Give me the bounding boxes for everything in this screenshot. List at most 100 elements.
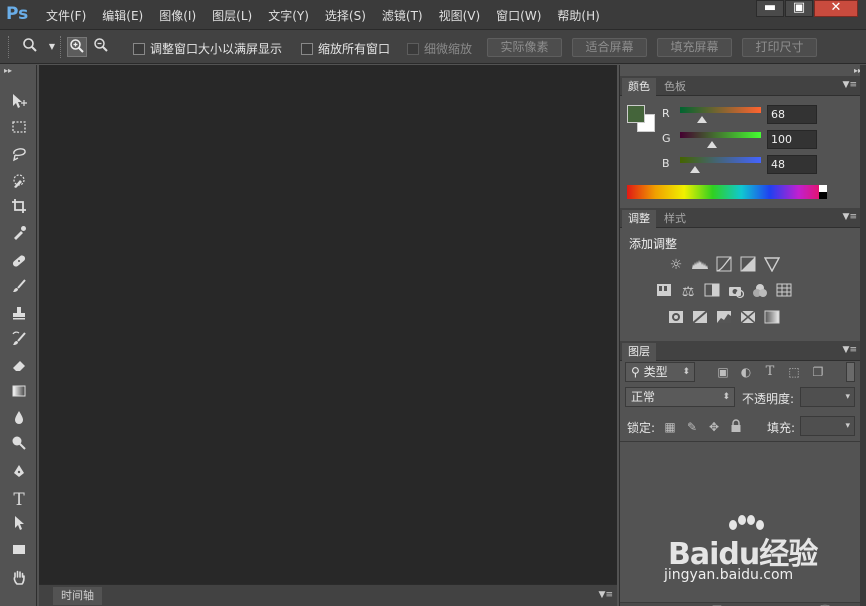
black-white-icon[interactable] xyxy=(703,283,721,301)
checkbox-box[interactable] xyxy=(407,42,419,55)
green-slider[interactable] xyxy=(680,132,761,138)
invert-icon[interactable] xyxy=(667,310,685,328)
resize-windows-checkbox[interactable]: 调整窗口大小以满屏显示 xyxy=(133,40,282,57)
green-slider-thumb[interactable] xyxy=(706,141,717,148)
options-bar-grip[interactable] xyxy=(8,36,12,58)
history-brush-tool-icon[interactable] xyxy=(8,331,30,353)
tab-layers[interactable]: 图层 xyxy=(622,343,656,361)
filter-shape-layer-icon[interactable]: ⬚ xyxy=(786,364,802,380)
tab-timeline[interactable]: 时间轴 xyxy=(53,587,102,605)
layers-panel-menu-icon[interactable]: ▼≡ xyxy=(843,345,857,355)
color-panel-menu-icon[interactable]: ▼≡ xyxy=(843,80,857,90)
black-white-swatch[interactable] xyxy=(819,185,827,199)
brush-tool-icon[interactable] xyxy=(8,278,30,300)
zoom-out-icon[interactable] xyxy=(91,37,111,57)
posterize-icon[interactable] xyxy=(691,310,709,328)
print-size-button[interactable]: 打印尺寸 xyxy=(742,38,817,57)
vibrance-icon[interactable] xyxy=(763,256,781,274)
color-balance-icon[interactable]: ⚖ xyxy=(679,283,697,301)
tab-adjustments[interactable]: 调整 xyxy=(622,210,656,228)
close-button[interactable]: ✕ xyxy=(814,0,858,17)
fit-screen-button[interactable]: 适合屏幕 xyxy=(572,38,647,57)
blend-mode-dropdown[interactable]: 正常 ⬍ xyxy=(625,387,735,407)
zoom-icon[interactable] xyxy=(20,37,40,57)
zoom-all-windows-checkbox[interactable]: 缩放所有窗口 xyxy=(301,40,390,57)
tab-swatches[interactable]: 色板 xyxy=(658,78,692,96)
dock-scrollbar[interactable] xyxy=(860,65,866,606)
lasso-tool-icon[interactable] xyxy=(8,145,30,167)
foreground-color-swatch[interactable] xyxy=(627,105,645,123)
brightness-contrast-icon[interactable]: ☼ xyxy=(667,256,685,274)
path-selection-tool-icon[interactable] xyxy=(8,515,30,537)
crop-tool-icon[interactable] xyxy=(8,198,30,220)
hand-tool-icon[interactable] xyxy=(8,569,30,591)
selective-color-icon[interactable] xyxy=(739,310,757,328)
menu-filter[interactable]: 滤镜(T) xyxy=(374,7,431,24)
menu-image[interactable]: 图像(I) xyxy=(151,7,204,24)
eyedropper-tool-icon[interactable] xyxy=(8,225,30,247)
maximize-button[interactable]: ▣ xyxy=(785,0,813,17)
minimize-button[interactable]: ▬ xyxy=(756,0,784,17)
filter-type-layer-icon[interactable]: T xyxy=(762,364,778,380)
color-lookup-icon[interactable] xyxy=(775,283,793,301)
menu-type[interactable]: 文字(Y) xyxy=(260,7,317,24)
document-canvas-area[interactable] xyxy=(39,65,617,584)
menu-help[interactable]: 帮助(H) xyxy=(549,7,607,24)
exposure-icon[interactable] xyxy=(739,256,757,274)
zoom-in-icon[interactable] xyxy=(67,37,87,57)
menu-layer[interactable]: 图层(L) xyxy=(204,7,260,24)
tools-collapse-icon[interactable]: ▸▸ xyxy=(4,66,12,75)
lock-image-pixels-icon[interactable]: ✎ xyxy=(684,419,700,435)
quick-selection-tool-icon[interactable] xyxy=(8,172,30,194)
tab-styles[interactable]: 样式 xyxy=(658,210,692,228)
blur-tool-icon[interactable] xyxy=(8,409,30,431)
gradient-tool-icon[interactable] xyxy=(8,383,30,405)
tool-preset-chevron-down-icon[interactable]: ▼ xyxy=(42,37,62,57)
hue-saturation-icon[interactable] xyxy=(655,283,673,301)
menu-file[interactable]: 文件(F) xyxy=(38,7,94,24)
timeline-panel-menu-icon[interactable]: ▼≡ xyxy=(599,590,613,600)
type-tool-icon[interactable]: T xyxy=(8,489,30,511)
scrubby-zoom-checkbox[interactable]: 细微缩放 xyxy=(407,40,472,57)
marquee-tool-icon[interactable] xyxy=(8,119,30,141)
move-tool-icon[interactable] xyxy=(8,92,30,114)
dodge-tool-icon[interactable] xyxy=(8,435,30,457)
red-slider-thumb[interactable] xyxy=(696,116,707,123)
tab-color[interactable]: 颜色 xyxy=(622,78,656,96)
fill-screen-button[interactable]: 填充屏幕 xyxy=(657,38,732,57)
menu-window[interactable]: 窗口(W) xyxy=(488,7,549,24)
blue-slider[interactable] xyxy=(680,157,761,163)
filter-adjustment-layer-icon[interactable]: ◐ xyxy=(738,364,754,380)
filter-pixel-layer-icon[interactable]: ▣ xyxy=(715,364,731,380)
pen-tool-icon[interactable] xyxy=(8,463,30,485)
blue-slider-thumb[interactable] xyxy=(690,166,701,173)
blue-value-field[interactable]: 48 xyxy=(767,155,817,174)
photo-filter-icon[interactable] xyxy=(727,283,745,301)
red-slider[interactable] xyxy=(680,107,761,113)
levels-icon[interactable] xyxy=(691,256,709,274)
red-value-field[interactable]: 68 xyxy=(767,105,817,124)
menu-edit[interactable]: 编辑(E) xyxy=(94,7,151,24)
checkbox-box[interactable] xyxy=(133,42,145,55)
channel-mixer-icon[interactable] xyxy=(751,283,769,301)
gradient-map-icon[interactable] xyxy=(763,310,781,328)
curves-icon[interactable] xyxy=(715,256,733,274)
actual-pixels-button[interactable]: 实际像素 xyxy=(487,38,562,57)
checkbox-box[interactable] xyxy=(301,42,313,55)
lock-transparent-pixels-icon[interactable]: ▦ xyxy=(662,419,678,435)
layer-filter-dropdown[interactable]: ⚲ 类型 ⬍ xyxy=(625,362,695,382)
rectangle-tool-icon[interactable] xyxy=(8,541,30,563)
filter-smart-object-icon[interactable]: ❐ xyxy=(810,364,826,380)
lock-position-icon[interactable]: ✥ xyxy=(706,419,722,435)
menu-select[interactable]: 选择(S) xyxy=(317,7,374,24)
menu-view[interactable]: 视图(V) xyxy=(431,7,489,24)
eraser-tool-icon[interactable] xyxy=(8,357,30,379)
color-spectrum-bar[interactable] xyxy=(627,185,827,199)
clone-stamp-tool-icon[interactable] xyxy=(8,305,30,327)
threshold-icon[interactable] xyxy=(715,310,733,328)
opacity-field[interactable]: ▾ xyxy=(800,387,855,407)
filter-toggle-switch[interactable] xyxy=(846,362,855,382)
fill-field[interactable]: ▾ xyxy=(800,416,855,436)
green-value-field[interactable]: 100 xyxy=(767,130,817,149)
healing-brush-tool-icon[interactable] xyxy=(8,252,30,274)
